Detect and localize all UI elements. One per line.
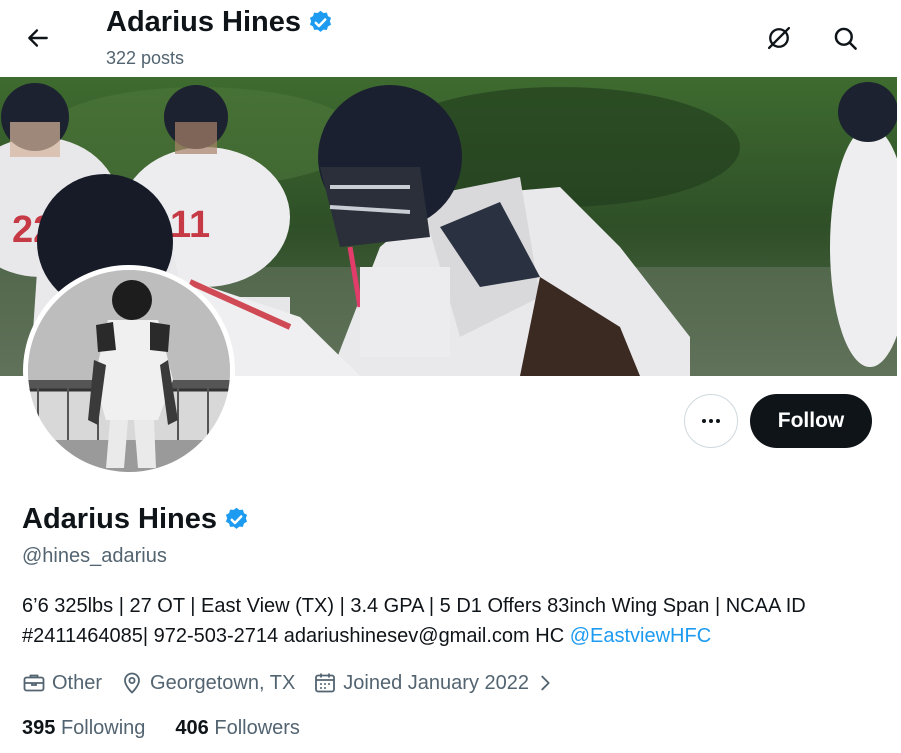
posts-count: 322 posts: [106, 48, 185, 68]
followers-link[interactable]: 406 Followers: [175, 717, 300, 740]
profile-handle: @hines_adarius: [22, 545, 167, 567]
profile-display-name: Adarius Hines: [22, 503, 250, 536]
calendar-icon: [315, 673, 336, 693]
svg-text:11: 11: [170, 204, 210, 246]
avatar-image: [28, 270, 230, 472]
followers-label: Followers: [214, 717, 300, 739]
grok-icon: [767, 26, 791, 50]
briefcase-icon: [23, 674, 45, 692]
bio-mention-link[interactable]: @EastviewHFC: [570, 625, 711, 647]
location-text: Georgetown, TX: [150, 671, 296, 694]
display-name-text: Adarius Hines: [22, 503, 217, 535]
arrow-left-icon: [28, 29, 48, 47]
back-button[interactable]: [18, 18, 58, 58]
follow-button[interactable]: Follow: [750, 394, 872, 448]
profile-avatar[interactable]: [23, 265, 235, 477]
joined-item[interactable]: Joined January 2022: [313, 671, 555, 695]
category-item: Other: [22, 671, 102, 695]
profile-bio: 6’6 325lbs | 27 OT | East View (TX) | 3.…: [22, 591, 882, 651]
location-item: Georgetown, TX: [120, 671, 295, 695]
verified-badge-icon: [309, 10, 332, 32]
header-title: Adarius Hines: [106, 6, 334, 39]
following-label: Following: [60, 717, 146, 739]
joined-text: Joined January 2022: [343, 671, 529, 694]
followers-count: 406: [175, 717, 209, 739]
category-text: Other: [52, 671, 103, 694]
location-pin-icon: [124, 672, 140, 694]
chevron-right-icon: [541, 675, 550, 691]
profile-meta: Other Georgetown, TX Joined January 2022: [22, 668, 555, 698]
grok-button[interactable]: [758, 17, 800, 59]
more-options-button[interactable]: [684, 394, 738, 448]
search-button[interactable]: [824, 17, 866, 59]
verified-badge-icon: [225, 507, 248, 529]
more-dots-icon: [702, 419, 720, 423]
profile-stats: 395 Following 406 Followers: [22, 717, 330, 740]
search-icon: [834, 27, 857, 50]
header-name: Adarius Hines: [106, 6, 301, 38]
following-count: 395: [22, 717, 56, 739]
following-link[interactable]: 395 Following: [22, 717, 145, 740]
top-bar: Adarius Hines 322 posts: [0, 0, 901, 77]
